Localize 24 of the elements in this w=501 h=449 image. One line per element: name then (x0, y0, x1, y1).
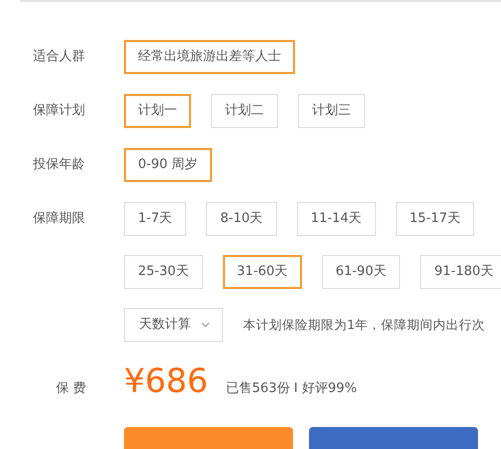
field-label: 投保年龄 (32, 156, 86, 174)
calculation-dropdown[interactable]: 天数计算 (124, 308, 223, 342)
option-button[interactable]: 计划一 (124, 94, 191, 128)
option-button[interactable]: 1-7天 (124, 202, 186, 236)
action-button[interactable] (309, 426, 478, 449)
option-button[interactable]: 11-14天 (296, 202, 376, 236)
coverage-note: 本计划保险期限为1年，保障期间内出行次 (243, 316, 485, 334)
field-label: 保障计划 (32, 102, 86, 120)
option-button[interactable]: 61-90天 (322, 255, 400, 289)
option-button[interactable]: 31-60天 (222, 255, 302, 289)
option-button[interactable]: 15-17天 (396, 202, 474, 236)
option-button[interactable]: 0-90 周岁 (124, 148, 212, 182)
price-label: 保 费 (55, 380, 88, 398)
sales-stats: 已售563份 I 好评99% (226, 380, 357, 398)
option-button[interactable]: 91-180天 (420, 255, 501, 289)
field-label: 适合人群 (32, 48, 86, 66)
option-button[interactable]: 25-30天 (124, 255, 203, 289)
price-amount: ¥686 (124, 364, 208, 397)
option-button[interactable]: 经常出境旅游出差等人士 (124, 40, 295, 74)
field-label: 保障期限 (32, 210, 86, 228)
option-button[interactable]: 计划二 (211, 94, 278, 128)
option-button[interactable]: 计划三 (298, 94, 365, 128)
chevron-icon (201, 322, 210, 328)
option-button[interactable]: 8-10天 (206, 202, 277, 236)
